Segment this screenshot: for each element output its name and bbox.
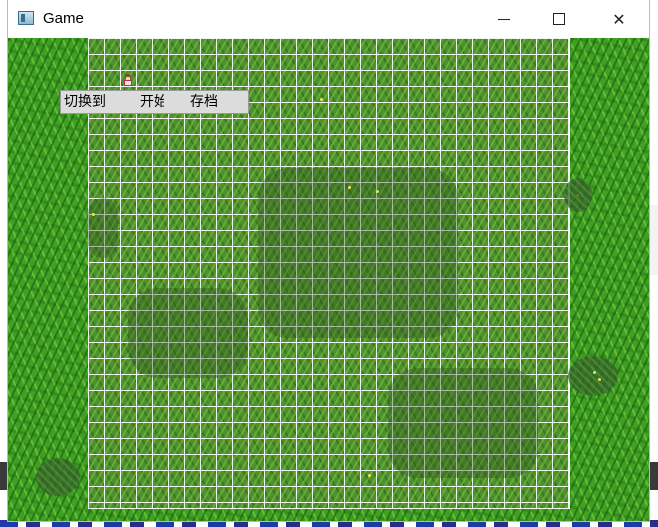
game-window: Game ✕ 切换到 开始 存档 [8,0,649,521]
bush [36,458,80,496]
flower [368,474,371,477]
flower [348,186,351,189]
background-taskbar-right [648,462,658,490]
window-title: Game [43,10,84,27]
switch-button[interactable]: 切换到 [64,93,112,111]
background-window-edge [648,205,658,275]
flower [376,190,379,193]
bush [568,356,618,396]
grass-shade-patch [88,198,118,258]
background-text-strip [0,520,658,527]
flower [598,378,601,381]
start-button[interactable]: 开始 [140,93,164,111]
grass-shade-patch [128,288,248,378]
grass-shade-patch [258,168,458,338]
flower [320,98,323,101]
maximize-icon [553,13,565,25]
maximize-button[interactable] [536,0,582,38]
close-icon: ✕ [612,9,626,29]
game-menu: 切换到 开始 存档 [60,90,249,114]
minimize-button[interactable] [481,0,527,38]
flower [92,213,95,216]
game-canvas[interactable]: 切换到 开始 存档 [8,38,649,521]
app-window-icon [18,11,34,25]
minimize-icon [498,18,510,20]
character-sprite-icon[interactable] [122,74,134,86]
grass-shade-patch [388,368,538,478]
close-button[interactable]: ✕ [596,0,642,38]
title-bar[interactable]: Game ✕ [8,0,649,38]
bush [564,178,592,212]
save-button[interactable]: 存档 [190,93,226,111]
flower [593,371,596,374]
